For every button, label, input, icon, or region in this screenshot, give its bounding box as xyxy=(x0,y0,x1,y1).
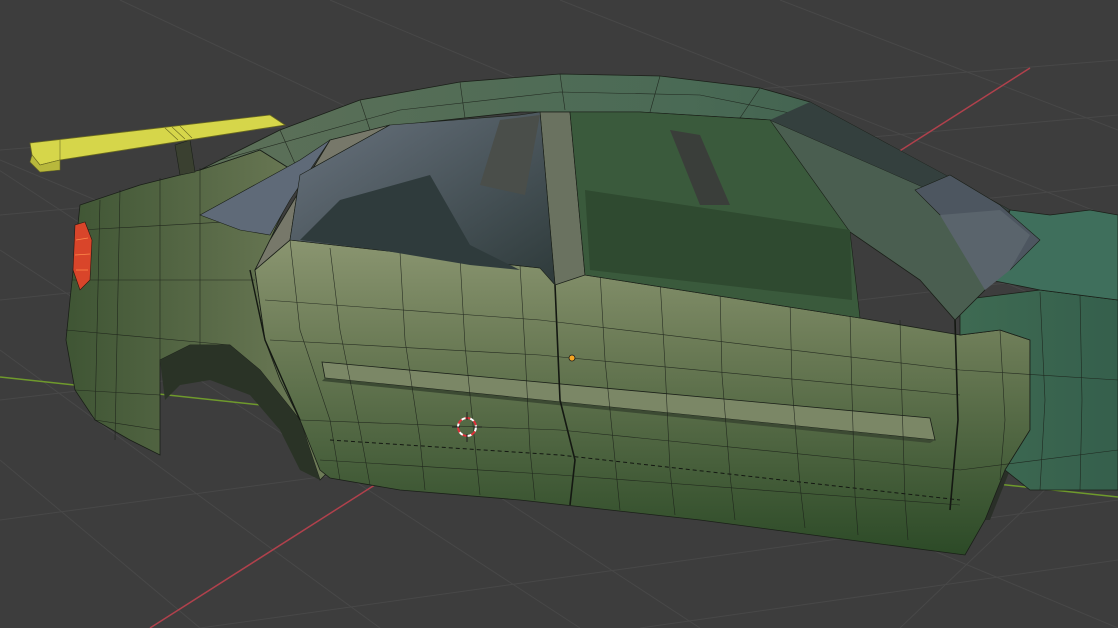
object-origin-icon xyxy=(568,354,576,362)
viewport-scene[interactable] xyxy=(0,0,1118,628)
3d-viewport[interactable] xyxy=(0,0,1118,628)
